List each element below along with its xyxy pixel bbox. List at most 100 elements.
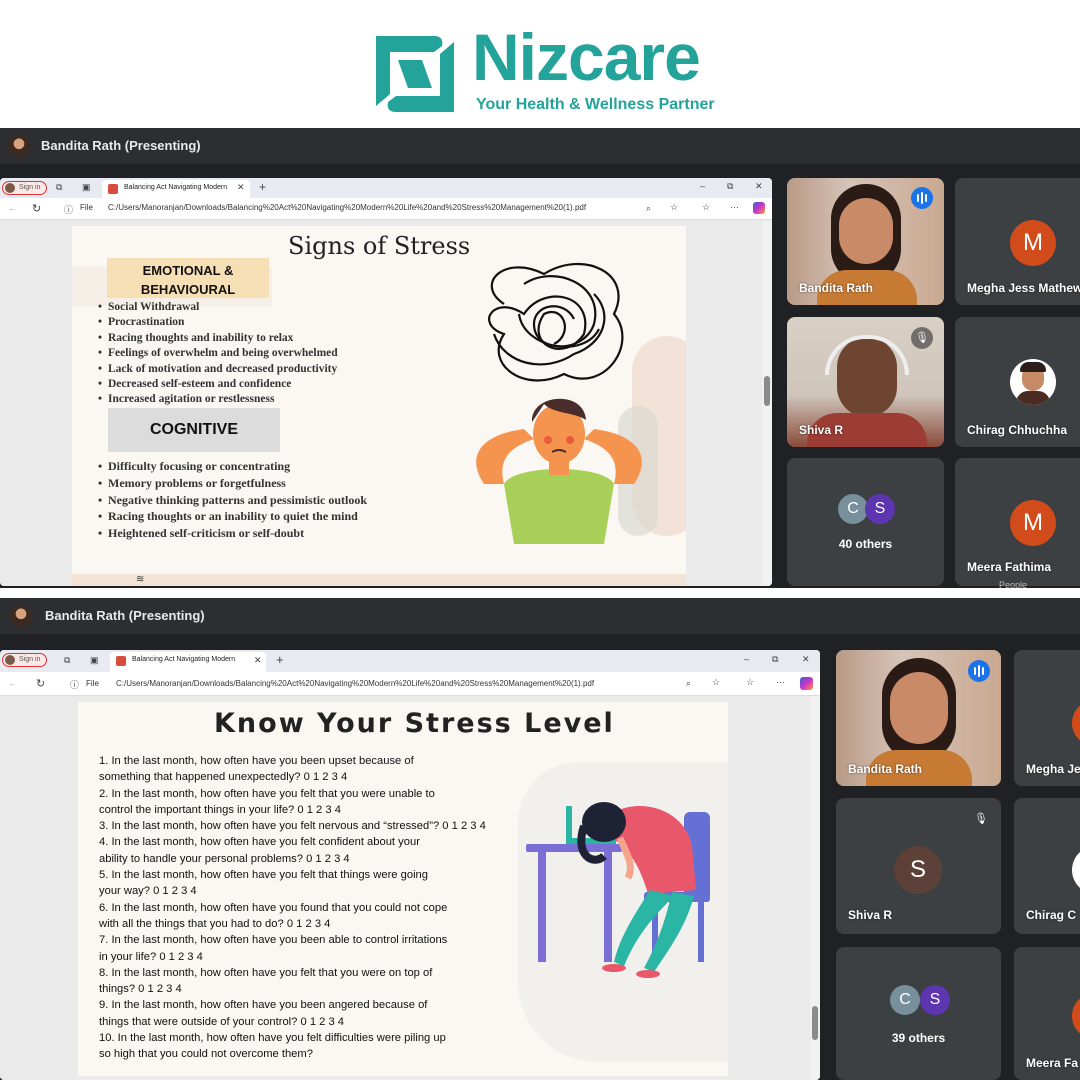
copilot-icon[interactable] (753, 202, 765, 214)
search-icon[interactable]: ⌕ (646, 203, 651, 214)
speaking-indicator-icon (911, 187, 933, 209)
minimize-icon[interactable]: – (700, 181, 705, 191)
others-count: 39 others (891, 1031, 946, 1045)
new-tab-icon[interactable]: + (259, 180, 266, 194)
participant-name: Meera Fa (1026, 1056, 1079, 1070)
tab-actions-icon[interactable]: ▣ (82, 182, 91, 193)
close-window-icon[interactable]: ✕ (802, 654, 810, 665)
question-line: with all the things that you had to do? … (99, 917, 331, 930)
close-tab-icon[interactable]: ✕ (237, 182, 245, 193)
participant-tile-others[interactable]: C S 39 others (836, 947, 1001, 1080)
new-tab-icon[interactable]: + (276, 652, 284, 667)
participant-tile-chirag[interactable]: Chirag Chhuchha (955, 317, 1080, 447)
meeting-screen-1: Bandita Rath (Presenting) Sign in ⧉ ▣ Ba… (0, 128, 1080, 588)
avatar (1072, 700, 1080, 746)
file-label: File (86, 679, 99, 688)
participant-tile-shiva[interactable]: 🎙 S Shiva R (836, 798, 1001, 934)
list-item: Increased agitation or restlessness (98, 392, 338, 408)
list-item: Heightened self-criticism or self-doubt (98, 525, 367, 542)
participant-tile-meera[interactable]: M Meera Fathima (955, 458, 1080, 586)
slide-title: Know Your Stress Level (214, 708, 615, 739)
favorite-icon[interactable]: ☆ (670, 202, 678, 213)
collections-icon[interactable]: ⧉ (64, 655, 70, 666)
avatar: S (894, 846, 942, 894)
minimize-icon[interactable]: – (744, 654, 749, 664)
maximize-icon[interactable]: ⧉ (772, 654, 778, 665)
url-field[interactable]: C:/Users/Manoranjan/Downloads/Balancing%… (116, 679, 656, 688)
participant-tile-bandita[interactable]: Bandita Rath (787, 178, 944, 305)
speaking-indicator-icon (968, 660, 990, 682)
question-line: in your life? 0 1 2 3 4 (99, 950, 203, 963)
participant-tile-shiva[interactable]: 🎙 Shiva R (787, 317, 944, 447)
question-line: 9. In the last month, how often have you… (99, 999, 428, 1012)
muted-mic-icon: 🎙 (974, 813, 988, 825)
sign-in-button[interactable]: Sign in (2, 653, 48, 667)
back-icon[interactable]: ← (8, 678, 17, 688)
question-line: your way? 0 1 2 3 4 (99, 885, 197, 898)
people-label: People (999, 580, 1028, 588)
participant-tile-megha[interactable]: M Megha Jess Mathew (955, 178, 1080, 305)
question-line: 10. In the last month, how often have yo… (99, 1032, 446, 1045)
avatar-body (1016, 391, 1050, 405)
copilot-icon[interactable] (800, 677, 813, 690)
tab-strip: Sign in ⧉ ▣ Balancing Act Navigating Mod… (0, 650, 820, 672)
presenter-label: Bandita Rath (Presenting) (41, 138, 201, 153)
nizcare-logo-icon (376, 36, 454, 112)
participant-tile-bandita[interactable]: Bandita Rath (836, 650, 1001, 786)
back-icon[interactable]: ← (8, 203, 17, 213)
close-window-icon[interactable]: ✕ (755, 181, 763, 192)
url-field[interactable]: C:/Users/Manoranjan/Downloads/Balancing%… (108, 203, 608, 212)
tab-pdf[interactable]: Balancing Act Navigating Modern (110, 652, 266, 672)
participant-tile-chirag[interactable]: Chirag C (1014, 798, 1080, 934)
favorite-icon[interactable]: ☆ (712, 677, 720, 688)
participant-tile-others[interactable]: C S 40 others (787, 458, 944, 586)
participant-name: Bandita Rath (848, 762, 923, 776)
list-item: Procrastination (98, 315, 338, 331)
section-emotional-line2: BEHAVIOURAL (140, 282, 236, 297)
avatar: S (920, 985, 950, 1015)
refresh-icon[interactable]: ↻ (32, 202, 41, 215)
presenter-label: Bandita Rath (Presenting) (45, 608, 205, 623)
meeting-screen-2: Bandita Rath (Presenting) Sign in ⧉ ▣ Ba… (0, 598, 1080, 1080)
tab-actions-icon[interactable]: ▣ (90, 655, 99, 666)
scroll-thumb[interactable] (812, 1006, 818, 1040)
tab-pdf[interactable]: Balancing Act Navigating Modern (102, 180, 250, 198)
question-line: 8. In the last month, how often have you… (99, 966, 433, 979)
presenter-bar: Bandita Rath (Presenting) (0, 128, 1080, 164)
pdf-viewer: Know Your Stress Level 1. In the last mo… (0, 696, 810, 1080)
address-bar: ← ↻ ⓘ File C:/Users/Manoranjan/Downloads… (0, 672, 820, 696)
close-tab-icon[interactable]: ✕ (254, 655, 262, 666)
avatar: S (865, 494, 895, 524)
favorites-bar-icon[interactable]: ☆ (702, 202, 710, 213)
participant-tile-meera[interactable]: Meera Fa (1014, 947, 1080, 1080)
question-line: 4. In the last month, how often have you… (99, 836, 420, 849)
more-icon[interactable]: ··· (776, 677, 785, 687)
vertical-scrollbar[interactable] (810, 696, 820, 1080)
refresh-icon[interactable]: ↻ (36, 677, 45, 690)
search-icon[interactable]: ⌕ (686, 678, 691, 689)
sign-in-button[interactable]: Sign in (2, 181, 48, 195)
scroll-thumb[interactable] (764, 376, 770, 406)
brand-name: Nizcare (472, 20, 701, 94)
vertical-scrollbar[interactable] (762, 220, 772, 586)
question-line: 1. In the last month, how often have you… (99, 755, 414, 767)
shared-browser-window: Sign in ⧉ ▣ Balancing Act Navigating Mod… (0, 178, 772, 586)
list-item: Memory problems or forgetfulness (98, 475, 367, 492)
avatar (1072, 993, 1080, 1039)
participant-tile-megha[interactable]: Megha Je (1014, 650, 1080, 786)
info-icon: ⓘ (64, 205, 74, 215)
section-emotional: EMOTIONAL & BEHAVIOURAL (107, 258, 269, 298)
more-icon[interactable]: ··· (730, 202, 739, 212)
question-line: 7. In the last month, how often have you… (99, 934, 448, 947)
participant-name: Shiva R (799, 423, 844, 437)
collections-icon[interactable]: ⧉ (56, 182, 62, 193)
participant-name: Chirag Chhuchha (967, 423, 1068, 437)
question-line: things? 0 1 2 3 4 (99, 983, 182, 996)
question-line: 6. In the last month, how often have you… (99, 901, 448, 914)
favorites-bar-icon[interactable]: ☆ (746, 677, 754, 688)
shared-browser-window: Sign in ⧉ ▣ Balancing Act Navigating Mod… (0, 650, 820, 1080)
list-item: Negative thinking patterns and pessimist… (98, 492, 367, 509)
tab-title: Balancing Act Navigating Modern (124, 184, 228, 191)
address-bar: ← ↻ ⓘ File C:/Users/Manoranjan/Downloads… (0, 198, 772, 220)
maximize-icon[interactable]: ⧉ (727, 181, 733, 192)
